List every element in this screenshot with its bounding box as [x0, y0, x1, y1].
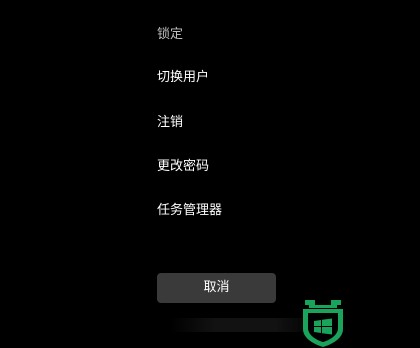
ctrl-alt-del-screen: 锁定 切换用户 注销 更改密码 任务管理器 取消: [0, 0, 420, 348]
menu-item-switch-user[interactable]: 切换用户: [157, 67, 209, 89]
watermark-band: [170, 318, 320, 332]
shield-windows-logo-icon: [303, 300, 343, 347]
menu-item-change-password[interactable]: 更改密码: [157, 156, 209, 178]
menu-item-sign-out[interactable]: 注销: [157, 112, 183, 134]
cancel-button[interactable]: 取消: [157, 273, 276, 303]
menu-item-task-manager[interactable]: 任务管理器: [157, 200, 222, 222]
menu-item-lock[interactable]: 锁定: [157, 24, 183, 46]
